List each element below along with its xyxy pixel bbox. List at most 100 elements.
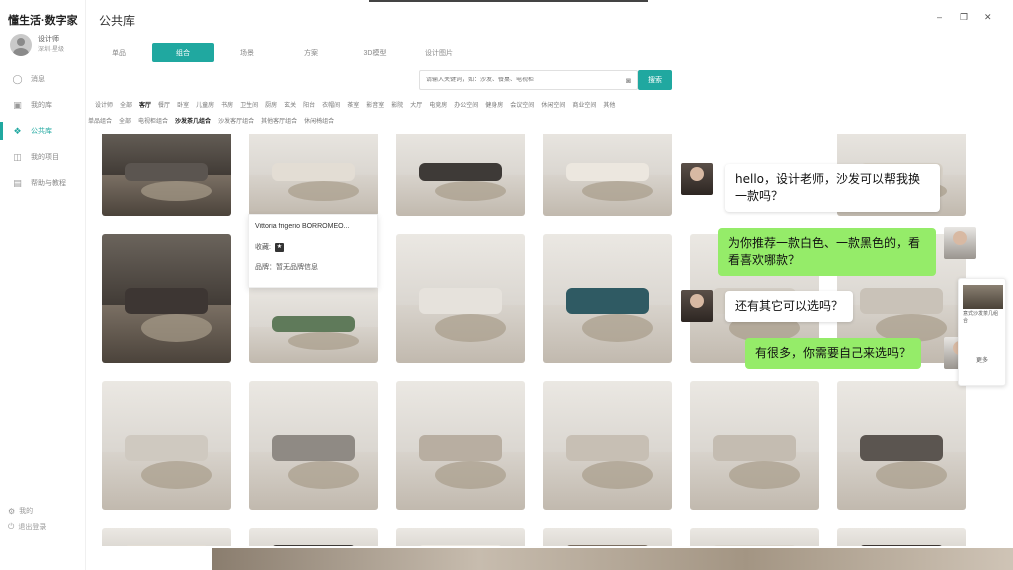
combo-card[interactable]	[396, 528, 525, 546]
combo-filter-5[interactable]: 其他客厅组合	[261, 116, 297, 125]
tab-3d-model[interactable]: 3D模型	[344, 43, 406, 62]
sidebar-bottom: ⚙ 我的 ⏻ 退出登录	[8, 503, 46, 535]
combo-image	[543, 234, 672, 363]
sidebar-item-mine[interactable]: ⚙ 我的	[8, 503, 46, 519]
preview-more[interactable]: 更多	[959, 355, 1005, 364]
settings-icon: ⚙	[8, 506, 16, 516]
room-filter-18[interactable]: 健身房	[485, 100, 503, 109]
maximize-button[interactable]: ❐	[960, 12, 968, 23]
combo-card[interactable]	[543, 134, 672, 216]
brand-label: 品牌：	[255, 264, 276, 271]
sidebar-item-help[interactable]: ▤ 帮助与教程	[0, 170, 86, 196]
room-filter-11[interactable]: 衣帽间	[322, 100, 340, 109]
combo-card[interactable]	[249, 282, 378, 363]
chat-bubble-designer: 有很多，你需要自己来选吗？	[745, 338, 922, 369]
room-filter-12[interactable]: 茶室	[347, 100, 359, 109]
room-filter-1[interactable]: 全部	[120, 100, 132, 109]
combo-card[interactable]	[543, 381, 672, 510]
combo-card[interactable]	[102, 234, 231, 363]
combo-card[interactable]	[837, 528, 966, 546]
combo-image	[249, 282, 378, 363]
combo-image	[249, 381, 378, 510]
sidebar-item-my-library[interactable]: ▣ 我的库	[0, 92, 86, 118]
combo-image	[543, 134, 672, 216]
combo-card[interactable]	[102, 528, 231, 546]
close-button[interactable]: ✕	[984, 12, 992, 23]
combo-image	[543, 381, 672, 510]
combo-card[interactable]	[396, 381, 525, 510]
combo-card[interactable]	[102, 134, 231, 216]
floating-preview-card[interactable]: 意式沙发茶几组合 更多	[958, 278, 1006, 386]
search-button[interactable]: 搜索	[638, 70, 672, 90]
search-input[interactable]	[426, 77, 606, 83]
combo-image	[396, 234, 525, 363]
room-filter-10[interactable]: 阳台	[303, 100, 315, 109]
room-filter-15[interactable]: 大厅	[410, 100, 422, 109]
combo-image	[690, 528, 819, 546]
combo-card[interactable]	[396, 234, 525, 363]
room-filter-6[interactable]: 书房	[221, 100, 233, 109]
combo-filter-0[interactable]: 单品组合	[88, 116, 112, 125]
combo-card[interactable]	[396, 134, 525, 216]
room-filter-21[interactable]: 商业空间	[572, 100, 596, 109]
combo-card[interactable]	[543, 234, 672, 363]
combo-filter-6[interactable]: 休闲椅组合	[304, 116, 334, 125]
room-filter-17[interactable]: 办公空间	[454, 100, 478, 109]
room-filter-row: 设计师 全部 客厅 餐厅 卧室 儿童房 书房 卫生间 厨房 玄关 阳台 衣帽间 茶室 影音室 影院 大厅 电竞房…	[95, 100, 622, 109]
room-filter-7[interactable]: 卫生间	[240, 100, 258, 109]
camera-search-icon[interactable]: ◙	[626, 76, 631, 85]
room-filter-14[interactable]: 影院	[391, 100, 403, 109]
combo-card[interactable]	[249, 134, 378, 216]
combo-image	[249, 528, 378, 546]
category-tabs: 单品 组合 场景 方案 3D模型 设计图片	[88, 43, 472, 62]
page-title: 公共库	[99, 14, 136, 28]
room-filter-16[interactable]: 电竞房	[429, 100, 447, 109]
room-filter-20[interactable]: 休闲空间	[541, 100, 565, 109]
tab-plan[interactable]: 方案	[280, 43, 342, 62]
tab-single[interactable]: 单品	[88, 43, 150, 62]
combo-image	[690, 381, 819, 510]
app-window: 懂生活·数字家 设计师 深圳·星级 ◯ 消息 ▣ 我的库 ❖ 公共库 ◫ 我的项…	[0, 0, 1013, 570]
room-filter-19[interactable]: 会议空间	[510, 100, 534, 109]
room-filter-9[interactable]: 玄关	[284, 100, 296, 109]
combo-image	[837, 528, 966, 546]
combo-card[interactable]	[249, 528, 378, 546]
combo-filter-4[interactable]: 沙发客厅组合	[218, 116, 254, 125]
room-filter-13[interactable]: 影音室	[366, 100, 384, 109]
combo-image	[837, 381, 966, 510]
room-filter-2[interactable]: 客厅	[139, 100, 151, 109]
combo-image	[396, 134, 525, 216]
chat-bubble-client: hello，设计老师，沙发可以帮我换一款吗？	[725, 164, 940, 212]
combo-filter-3[interactable]: 沙发茶几组合	[175, 116, 211, 125]
combo-card[interactable]	[690, 528, 819, 546]
room-filter-8[interactable]: 厨房	[265, 100, 277, 109]
room-filter-5[interactable]: 儿童房	[196, 100, 214, 109]
minimize-button[interactable]: –	[937, 12, 942, 22]
user-name: 设计师	[38, 36, 59, 43]
combo-image	[396, 381, 525, 510]
combo-card[interactable]	[249, 381, 378, 510]
combo-image	[102, 134, 231, 216]
sidebar-item-projects[interactable]: ◫ 我的项目	[0, 144, 86, 170]
combo-card[interactable]	[102, 381, 231, 510]
search-field: ◙	[419, 70, 638, 90]
combo-card[interactable]	[543, 528, 672, 546]
room-filter-4[interactable]: 卧室	[177, 100, 189, 109]
sidebar-item-messages[interactable]: ◯ 消息	[0, 66, 86, 92]
star-icon[interactable]: ★	[274, 242, 284, 252]
combo-filter-2[interactable]: 电视柜组合	[138, 116, 168, 125]
combo-card[interactable]	[837, 381, 966, 510]
room-filter-0[interactable]: 设计师	[95, 100, 113, 109]
tab-scene[interactable]: 场景	[216, 43, 278, 62]
sidebar-item-public-library[interactable]: ❖ 公共库	[0, 118, 86, 144]
room-filter-3[interactable]: 餐厅	[158, 100, 170, 109]
user-profile[interactable]: 设计师 深圳·星级	[10, 34, 64, 56]
item-title[interactable]: Vittoria frigerio BORROMEO...	[255, 223, 371, 230]
tab-combo[interactable]: 组合	[152, 43, 214, 62]
combo-filter-1[interactable]: 全部	[119, 116, 131, 125]
library-icon: ▣	[13, 99, 22, 110]
combo-card[interactable]	[690, 381, 819, 510]
room-filter-22[interactable]: 其他	[603, 100, 615, 109]
sidebar-item-logout[interactable]: ⏻ 退出登录	[8, 519, 46, 535]
tab-design-image[interactable]: 设计图片	[408, 43, 470, 62]
